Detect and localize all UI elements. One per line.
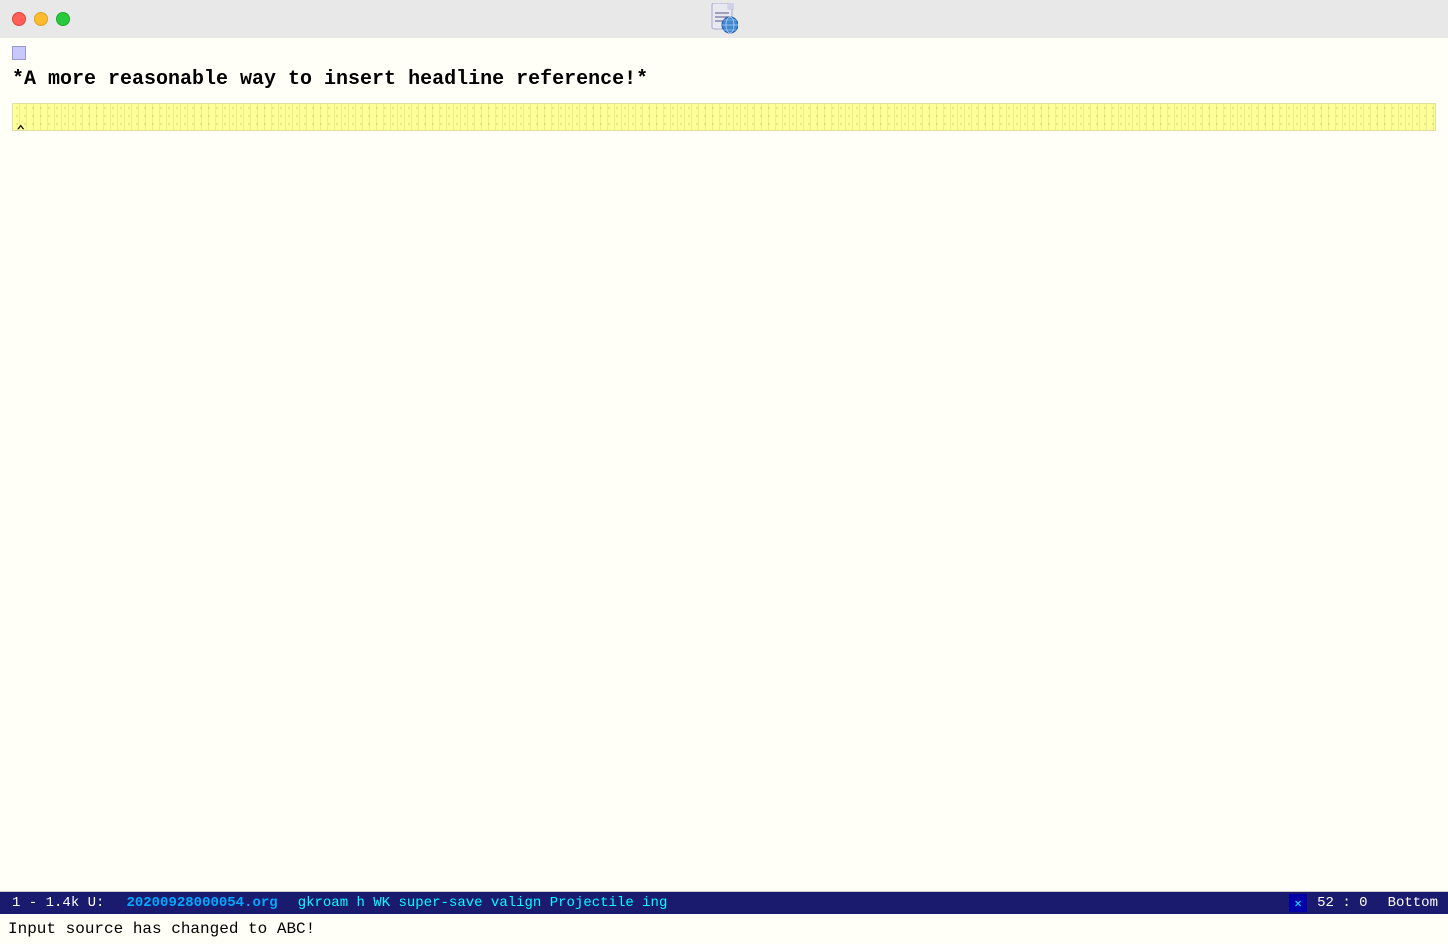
status-position: 52 : 0 — [1307, 892, 1377, 914]
title-icon-area — [710, 3, 738, 35]
status-line-number: 1 - 1.4k U: — [0, 892, 116, 914]
headline-text: *A more reasonable way to insert headlin… — [12, 68, 1436, 91]
close-button[interactable] — [12, 12, 26, 26]
minibuffer-message: Input source has changed to ABC! — [8, 920, 315, 938]
status-x-button[interactable]: ✕ — [1289, 894, 1307, 912]
traffic-lights — [12, 12, 70, 26]
maximize-button[interactable] — [56, 12, 70, 26]
statusbar: 1 - 1.4k U: 20200928000054.org gkroam h … — [0, 892, 1448, 914]
file-icon — [710, 3, 738, 35]
text-cursor-icon: ‸ — [17, 106, 24, 128]
cursor-line[interactable]: ‸ — [12, 103, 1436, 131]
selection-indicator — [12, 46, 26, 60]
status-modes: gkroam h WK super-save valign Projectile… — [288, 892, 1289, 914]
editor-area[interactable]: *A more reasonable way to insert headlin… — [0, 38, 1448, 862]
status-location: Bottom — [1378, 892, 1448, 914]
status-filename: 20200928000054.org — [116, 892, 287, 914]
minimize-button[interactable] — [34, 12, 48, 26]
titlebar — [0, 0, 1448, 38]
minibuffer: Input source has changed to ABC! — [0, 914, 1448, 944]
